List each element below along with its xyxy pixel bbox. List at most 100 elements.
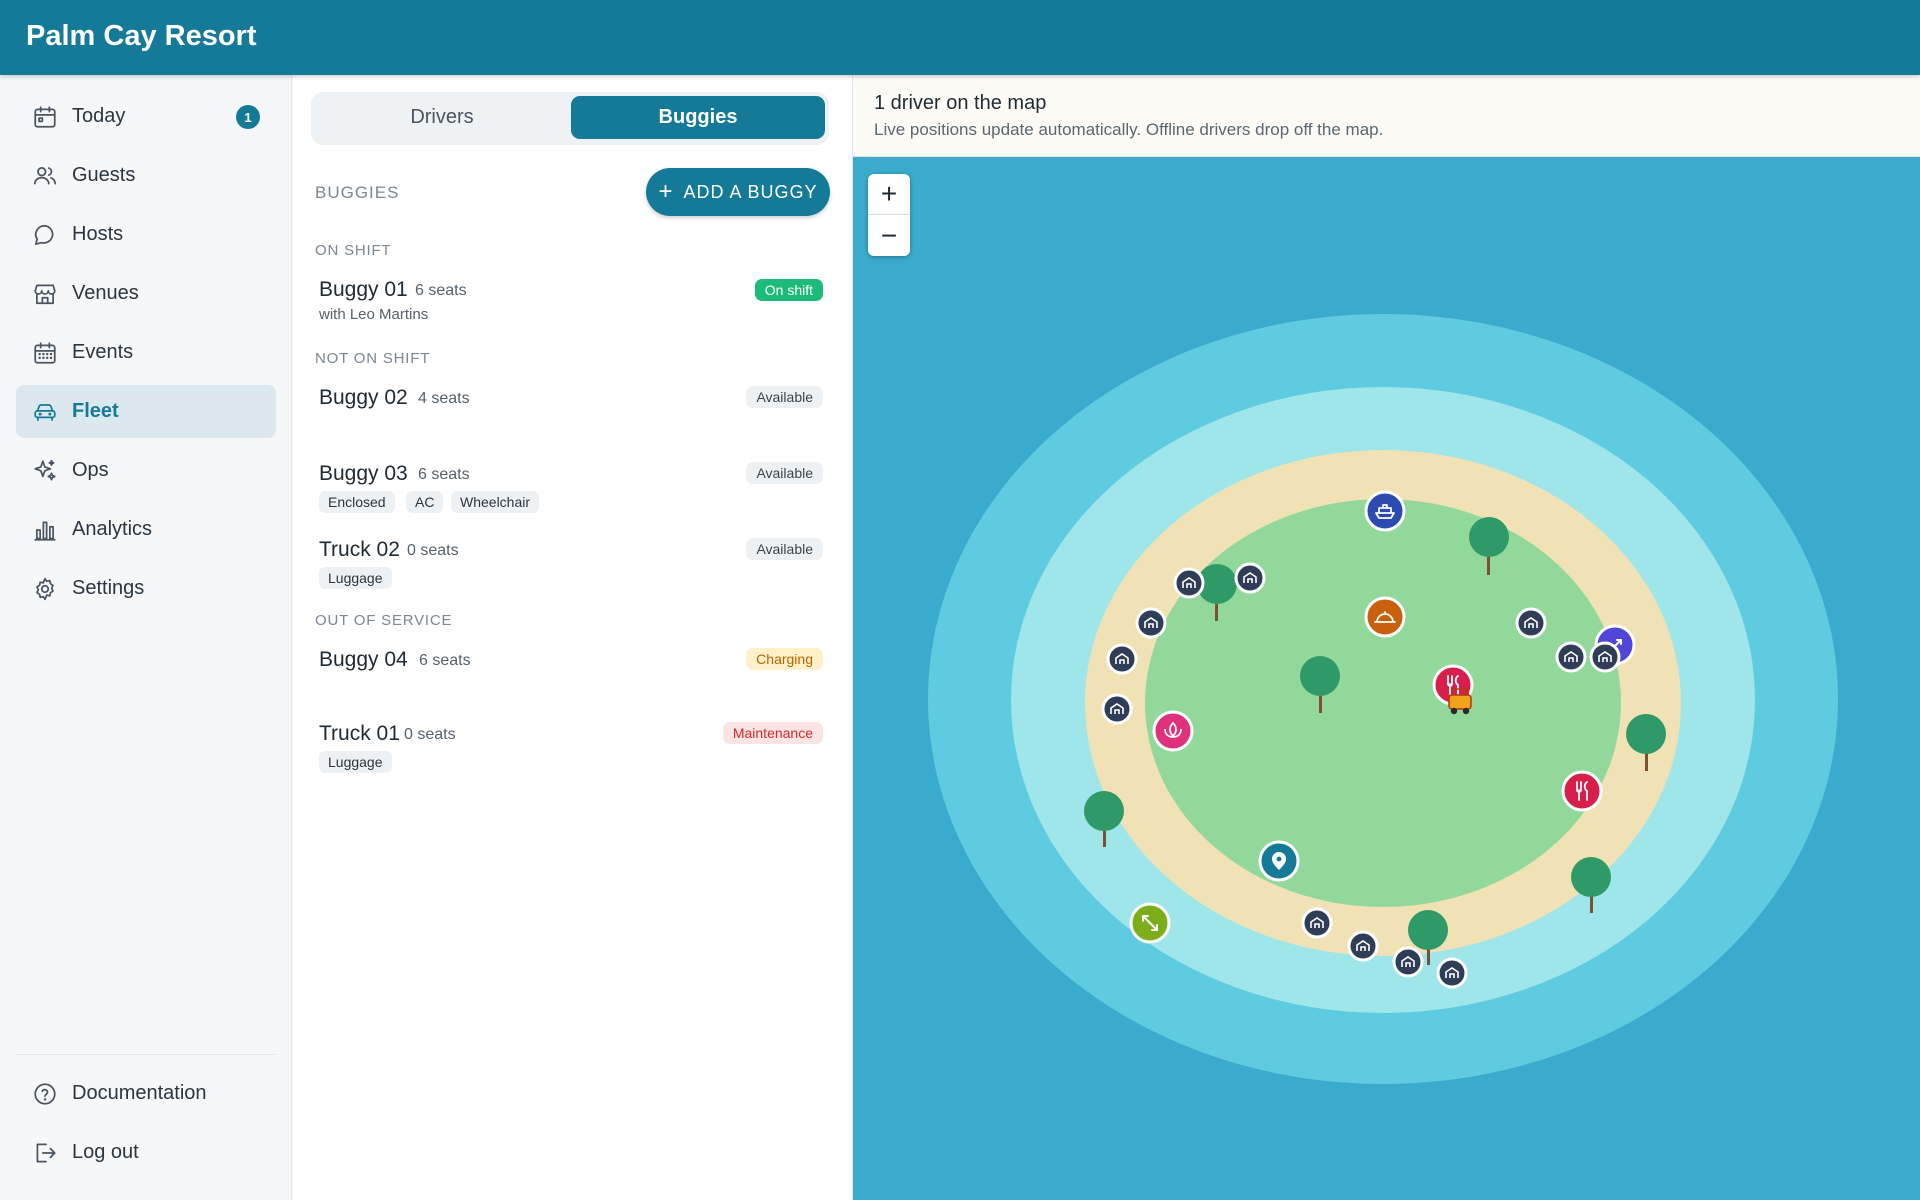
sidebar-item-label: Ops: [72, 459, 109, 481]
sidebar-divider: [16, 1054, 276, 1055]
buggy-row-truck-01[interactable]: Truck 01 0 seats Luggage Maintenance: [311, 722, 829, 778]
villa-marker[interactable]: [1301, 907, 1333, 939]
sidebar-item-label: Settings: [72, 577, 145, 599]
buggy-name: Buggy 04: [319, 648, 408, 671]
zoom-controls: + −: [868, 174, 910, 256]
island-map[interactable]: [853, 157, 1920, 1200]
buggy-seats: 0 seats: [404, 726, 456, 743]
villa-marker[interactable]: [1436, 957, 1468, 989]
sidebar-item-label: Hosts: [72, 223, 124, 245]
feature-chip: Luggage: [319, 567, 392, 589]
tab-drivers[interactable]: Drivers: [315, 96, 569, 139]
buggy-row-buggy-01[interactable]: Buggy 01 6 seats with Leo Martins On shi…: [311, 278, 829, 326]
add-buggy-label: ADD A BUGGY: [683, 181, 818, 202]
sparkle-icon: [32, 458, 58, 484]
section-title: BUGGIES: [315, 183, 400, 202]
sidebar-item-venues[interactable]: Venues: [16, 267, 276, 320]
status-badge: Maintenance: [722, 722, 823, 744]
notification-badge: 1: [236, 105, 260, 129]
sidebar-item-documentation[interactable]: Documentation: [16, 1067, 276, 1120]
calendar-icon: [32, 104, 58, 130]
villa-marker[interactable]: [1589, 641, 1621, 673]
logout-icon: [32, 1140, 58, 1166]
status-badge: Charging: [746, 648, 823, 670]
gear-icon: [32, 576, 58, 602]
sidebar-item-analytics[interactable]: Analytics: [16, 503, 276, 556]
store-icon: [32, 281, 58, 307]
sidebar: Today 1 Guests Hosts Venues Events Fleet: [0, 75, 292, 1200]
status-badge: Available: [746, 462, 823, 484]
map-header: 1 driver on the map Live positions updat…: [853, 75, 1920, 157]
sidebar-item-label: Fleet: [72, 400, 119, 422]
sidebar-item-label: Guests: [72, 164, 136, 186]
buggy-row-buggy-04[interactable]: Buggy 04 6 seats Charging: [311, 648, 829, 698]
villa-marker[interactable]: [1392, 946, 1424, 978]
sidebar-item-events[interactable]: Events: [16, 326, 276, 379]
ferry-marker[interactable]: [1364, 490, 1406, 532]
sidebar-item-today[interactable]: Today 1: [16, 90, 276, 143]
villa-marker[interactable]: [1555, 641, 1587, 673]
villa-marker[interactable]: [1234, 562, 1266, 594]
tab-buggies[interactable]: Buggies: [571, 96, 825, 139]
buggy-row-truck-02[interactable]: Truck 02 0 seats Luggage Available: [311, 538, 829, 594]
sidebar-item-label: Log out: [72, 1141, 139, 1163]
map-panel: 1 driver on the map Live positions updat…: [853, 75, 1920, 1200]
car-icon: [32, 399, 58, 425]
spa-marker[interactable]: [1152, 710, 1194, 752]
sidebar-item-label: Analytics: [72, 518, 153, 540]
villa-marker[interactable]: [1515, 607, 1547, 639]
buggy-name: Buggy 02: [319, 386, 408, 409]
sidebar-item-fleet[interactable]: Fleet: [16, 385, 276, 438]
group-heading-on-shift: ON SHIFT: [315, 242, 392, 259]
help-icon: [32, 1081, 58, 1107]
map-subtitle: Live positions update automatically. Off…: [874, 120, 1384, 139]
plus-icon: +: [658, 178, 674, 205]
add-buggy-button[interactable]: + ADD A BUGGY: [646, 168, 830, 216]
group-heading-not-on-shift: NOT ON SHIFT: [315, 350, 431, 367]
status-badge: Available: [746, 386, 823, 408]
sidebar-item-label: Venues: [72, 282, 139, 304]
zoom-in-button[interactable]: +: [868, 174, 910, 215]
calendar-grid-icon: [32, 340, 58, 366]
group-heading-out-of-service: OUT OF SERVICE: [315, 612, 453, 629]
users-icon: [32, 163, 58, 189]
location-marker[interactable]: [1258, 840, 1300, 882]
feature-chip: Wheelchair: [451, 491, 540, 513]
room-service-marker[interactable]: [1364, 596, 1406, 638]
buggy-row-buggy-02[interactable]: Buggy 02 4 seats Available: [311, 386, 829, 436]
map-headline: 1 driver on the map: [874, 92, 1047, 114]
buggy-seats: 6 seats: [418, 466, 470, 483]
villa-marker[interactable]: [1106, 643, 1138, 675]
buggy-name: Buggy 03: [319, 462, 408, 485]
buggy-driver: with Leo Martins: [319, 306, 429, 323]
app-title: Palm Cay Resort: [26, 20, 257, 52]
feature-chip: Enclosed: [319, 491, 395, 513]
villa-marker[interactable]: [1347, 930, 1379, 962]
feature-chip: Luggage: [319, 751, 392, 773]
fleet-list-panel: Drivers Buggies BUGGIES + ADD A BUGGY ON…: [293, 75, 853, 1200]
buggy-row-buggy-03[interactable]: Buggy 03 6 seats Enclosed AC Wheelchair …: [311, 462, 829, 518]
buggy-name: Truck 01: [319, 722, 400, 745]
restaurant-marker[interactable]: [1561, 770, 1603, 812]
sport-marker[interactable]: [1129, 902, 1171, 944]
buggy-seats: 0 seats: [407, 542, 459, 559]
chat-icon: [32, 222, 58, 248]
feature-chip: AC: [406, 491, 444, 513]
bar-chart-icon: [32, 517, 58, 543]
top-bar: Palm Cay Resort: [0, 0, 1920, 75]
sidebar-item-label: Events: [72, 341, 134, 363]
sidebar-item-settings[interactable]: Settings: [16, 562, 276, 615]
sidebar-item-ops[interactable]: Ops: [16, 444, 276, 497]
villa-marker[interactable]: [1135, 607, 1167, 639]
sidebar-item-hosts[interactable]: Hosts: [16, 208, 276, 261]
zoom-out-button[interactable]: −: [868, 215, 910, 256]
fleet-tab-switch: Drivers Buggies: [311, 92, 829, 145]
villa-marker[interactable]: [1173, 567, 1205, 599]
status-badge: Available: [746, 538, 823, 560]
sidebar-item-logout[interactable]: Log out: [16, 1126, 276, 1179]
sidebar-item-guests[interactable]: Guests: [16, 149, 276, 202]
sidebar-item-label: Documentation: [72, 1082, 207, 1104]
villa-marker[interactable]: [1101, 693, 1133, 725]
buggy-name: Buggy 01: [319, 278, 408, 301]
status-badge: On shift: [754, 279, 823, 301]
